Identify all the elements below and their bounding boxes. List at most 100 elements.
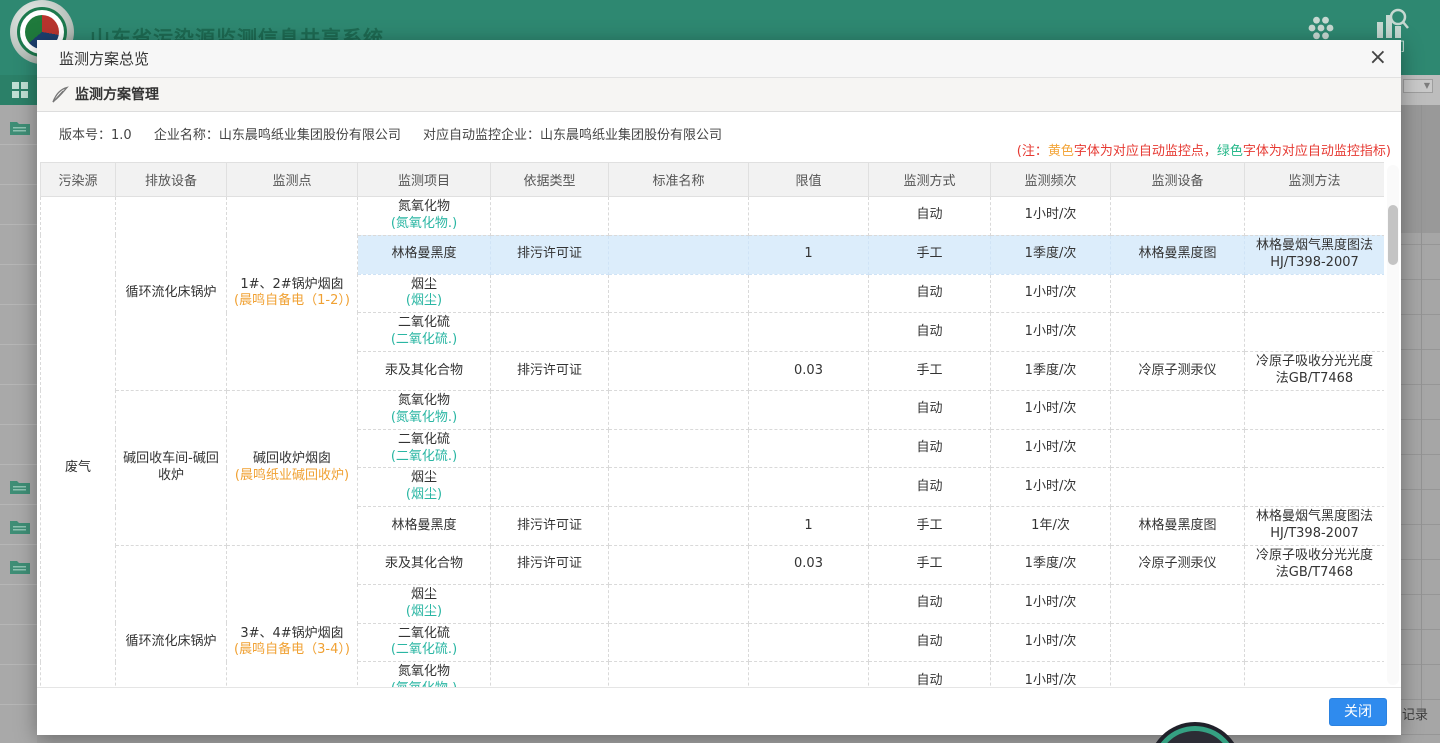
cell-monitor-frequency: 1小时/次 bbox=[991, 468, 1111, 507]
cell-monitor-frequency: 1小时/次 bbox=[991, 662, 1111, 687]
cell-monitor-item: 林格曼黑度 bbox=[358, 235, 491, 274]
cell-monitor-frequency: 1小时/次 bbox=[991, 197, 1111, 236]
cell-monitor-device bbox=[1111, 584, 1245, 623]
cell-analysis-method bbox=[1245, 390, 1385, 429]
cell-monitor-device: 冷原子测汞仪 bbox=[1111, 352, 1245, 391]
cell-standard-name bbox=[609, 352, 749, 391]
cell-basis-type bbox=[491, 468, 609, 507]
table-scrollbar[interactable] bbox=[1387, 165, 1399, 685]
cell-monitor-point: 3#、4#锅炉烟囱(晨鸣自备电（3-4）) bbox=[227, 546, 358, 687]
cell-basis-type bbox=[491, 662, 609, 687]
close-button[interactable]: 关闭 bbox=[1329, 698, 1387, 726]
column-header: 标准名称 bbox=[609, 163, 749, 197]
table-row[interactable]: 碱回收车间-碱回收炉碱回收炉烟囱(晨鸣纸业碱回收炉)氮氧化物(氮氧化物.)自动1… bbox=[41, 390, 1385, 429]
note-mid: 字体为对应自动监控点， bbox=[1074, 144, 1217, 159]
cell-monitor-device bbox=[1111, 274, 1245, 313]
cell-standard-name bbox=[609, 623, 749, 662]
table-row[interactable]: 废气循环流化床锅炉1#、2#锅炉烟囱(晨鸣自备电（1-2）)氮氧化物(氮氧化物.… bbox=[41, 197, 1385, 236]
cell-analysis-method: 林格曼烟气黑度图法HJ/T398-2007 bbox=[1245, 235, 1385, 274]
background-table-vline bbox=[1421, 105, 1422, 715]
monitoring-plan-modal: 监测方案总览 × 监测方案管理 版本号：1.0 企业名称：山东晨鸣纸业集团股份有… bbox=[37, 40, 1401, 735]
cell-monitor-item: 二氧化硫(二氧化硫.) bbox=[358, 623, 491, 662]
column-header: 监测点 bbox=[227, 163, 358, 197]
cell-monitor-frequency: 1年/次 bbox=[991, 507, 1111, 546]
cell-monitor-device bbox=[1111, 390, 1245, 429]
cell-monitor-frequency: 1小时/次 bbox=[991, 274, 1111, 313]
section-bar: 监测方案管理 bbox=[37, 78, 1401, 112]
auto-monitor-point-label: (晨鸣自备电（3-4）) bbox=[232, 642, 352, 659]
note-green: 绿色 bbox=[1217, 144, 1243, 159]
cell-monitor-frequency: 1小时/次 bbox=[991, 390, 1111, 429]
cell-standard-name bbox=[609, 235, 749, 274]
cell-monitor-item: 二氧化硫(二氧化硫.) bbox=[358, 429, 491, 468]
legend-note: (注：黄色字体为对应自动监控点，绿色字体为对应自动监控指标) bbox=[1017, 140, 1391, 159]
cell-limit-value bbox=[749, 429, 869, 468]
cell-monitor-method: 自动 bbox=[869, 390, 991, 429]
cell-monitor-point: 碱回收炉烟囱(晨鸣纸业碱回收炉) bbox=[227, 390, 358, 545]
cell-limit-value: 1 bbox=[749, 235, 869, 274]
close-icon[interactable]: × bbox=[1369, 45, 1387, 71]
cell-monitor-item: 烟尘(烟尘) bbox=[358, 584, 491, 623]
auto-monitor-indicator-label: (烟尘) bbox=[363, 487, 485, 504]
cell-monitor-item: 氮氧化物(氮氧化物.) bbox=[358, 662, 491, 687]
cell-standard-name bbox=[609, 584, 749, 623]
cell-limit-value bbox=[749, 197, 869, 236]
column-header: 限值 bbox=[749, 163, 869, 197]
cell-monitor-item: 汞及其化合物 bbox=[358, 352, 491, 391]
note-suffix: 字体为对应自动监控指标) bbox=[1243, 144, 1391, 159]
auto-monitor-indicator-label: (烟尘) bbox=[363, 604, 485, 621]
cell-monitor-frequency: 1季度/次 bbox=[991, 546, 1111, 585]
cell-monitor-item: 林格曼黑度 bbox=[358, 507, 491, 546]
cell-monitor-item: 烟尘(烟尘) bbox=[358, 274, 491, 313]
scrollbar-thumb[interactable] bbox=[1388, 205, 1398, 265]
cell-analysis-method bbox=[1245, 274, 1385, 313]
auto-monitor-indicator-label: (二氧化硫.) bbox=[363, 332, 485, 349]
cell-analysis-method bbox=[1245, 468, 1385, 507]
company-text: 企业名称：山东晨鸣纸业集团股份有限公司 bbox=[154, 128, 401, 143]
cell-analysis-method: 林格曼烟气黑度图法HJ/T398-2007 bbox=[1245, 507, 1385, 546]
cell-standard-name bbox=[609, 662, 749, 687]
folder-icon bbox=[9, 478, 31, 495]
cell-monitor-device: 冷原子测汞仪 bbox=[1111, 546, 1245, 585]
cell-basis-type: 排污许可证 bbox=[491, 352, 609, 391]
cell-basis-type bbox=[491, 429, 609, 468]
cell-limit-value: 1 bbox=[749, 507, 869, 546]
cell-monitor-device: 林格曼黑度图 bbox=[1111, 507, 1245, 546]
cell-basis-type bbox=[491, 623, 609, 662]
cell-basis-type bbox=[491, 390, 609, 429]
column-header: 监测方法 bbox=[1245, 163, 1385, 197]
cell-standard-name bbox=[609, 429, 749, 468]
cell-monitor-method: 手工 bbox=[869, 546, 991, 585]
cell-monitor-frequency: 1小时/次 bbox=[991, 623, 1111, 662]
cell-monitor-method: 手工 bbox=[869, 235, 991, 274]
auto-monitor-indicator-label: (氮氧化物.) bbox=[363, 216, 485, 233]
folder-icon bbox=[9, 119, 31, 136]
cell-analysis-method bbox=[1245, 584, 1385, 623]
cell-basis-type bbox=[491, 313, 609, 352]
cell-monitor-device bbox=[1111, 429, 1245, 468]
modal-title: 监测方案总览 bbox=[59, 40, 149, 78]
cell-limit-value bbox=[749, 584, 869, 623]
cell-monitor-method: 自动 bbox=[869, 429, 991, 468]
cell-monitor-frequency: 1小时/次 bbox=[991, 429, 1111, 468]
cell-monitor-method: 自动 bbox=[869, 274, 991, 313]
cell-equipment: 循环流化床锅炉 bbox=[116, 546, 227, 687]
cell-analysis-method: 冷原子吸收分光光度法GB/T7468 bbox=[1245, 546, 1385, 585]
cell-limit-value bbox=[749, 390, 869, 429]
pen-feather-icon bbox=[51, 86, 69, 104]
cell-standard-name bbox=[609, 468, 749, 507]
background-toolbar: ▼ bbox=[1401, 75, 1440, 105]
column-header: 监测项目 bbox=[358, 163, 491, 197]
cell-monitor-method: 自动 bbox=[869, 313, 991, 352]
cell-monitor-item: 氮氧化物(氮氧化物.) bbox=[358, 197, 491, 236]
column-header: 监测设备 bbox=[1111, 163, 1245, 197]
auto-monitor-point-label: (晨鸣纸业碱回收炉) bbox=[232, 468, 352, 485]
cell-analysis-method bbox=[1245, 623, 1385, 662]
cell-monitor-method: 自动 bbox=[869, 468, 991, 507]
column-header: 监测方式 bbox=[869, 163, 991, 197]
column-header: 监测频次 bbox=[991, 163, 1111, 197]
cell-monitor-method: 自动 bbox=[869, 662, 991, 687]
table-row[interactable]: 循环流化床锅炉3#、4#锅炉烟囱(晨鸣自备电（3-4）)汞及其化合物排污许可证0… bbox=[41, 546, 1385, 585]
auto-monitor-indicator-label: (二氧化硫.) bbox=[363, 449, 485, 466]
cell-analysis-method bbox=[1245, 662, 1385, 687]
